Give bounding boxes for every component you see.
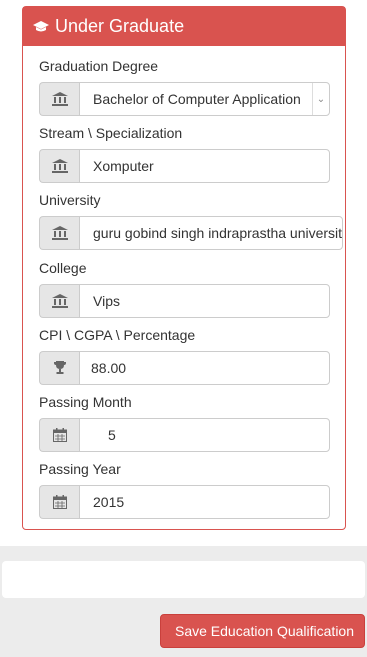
degree-select[interactable]: Bachelor of Computer Application ⌄	[79, 82, 330, 116]
calendar-icon	[39, 418, 79, 452]
bank-icon	[39, 284, 79, 318]
stream-input[interactable]: Xomputer	[79, 149, 330, 183]
cgpa-group: 88.00	[39, 351, 330, 385]
university-select[interactable]: guru gobind singh indraprastha universit…	[79, 216, 343, 250]
year-value: 2015	[93, 494, 125, 510]
year-input[interactable]: 2015	[79, 485, 330, 519]
stream-value: Xomputer	[93, 158, 154, 174]
bank-icon	[39, 149, 79, 183]
month-group: 5	[39, 418, 330, 452]
panel-title: Under Graduate	[55, 16, 185, 36]
month-label: Passing Month	[39, 394, 132, 410]
stream-label: Stream \ Specialization	[39, 125, 183, 141]
under-graduate-panel: Under Graduate Graduation Degree Bachelo…	[22, 6, 346, 530]
cgpa-label: CPI \ CGPA \ Percentage	[39, 327, 196, 343]
empty-card	[2, 561, 365, 598]
year-label: Passing Year	[39, 461, 121, 477]
degree-label: Graduation Degree	[39, 58, 159, 74]
graduation-cap-icon	[33, 20, 49, 33]
degree-group: Bachelor of Computer Application ⌄	[39, 82, 330, 116]
college-group: Vips	[39, 284, 330, 318]
university-label: University	[39, 192, 101, 208]
stream-group: Xomputer	[39, 149, 330, 183]
cgpa-input[interactable]: 88.00	[79, 351, 330, 385]
university-value: guru gobind singh indraprastha universit…	[93, 225, 343, 241]
panel-header: Under Graduate	[23, 7, 345, 46]
year-group: 2015	[39, 485, 330, 519]
degree-value: Bachelor of Computer Application	[93, 91, 301, 107]
university-group: guru gobind singh indraprastha universit…	[39, 216, 343, 250]
college-value: Vips	[93, 293, 120, 309]
trophy-icon	[39, 351, 79, 385]
month-input[interactable]: 5	[79, 418, 330, 452]
calendar-icon	[39, 485, 79, 519]
cgpa-value: 88.00	[91, 360, 127, 376]
save-education-button[interactable]: Save Education Qualification	[160, 614, 365, 648]
month-value: 5	[108, 427, 116, 443]
bank-icon	[39, 82, 79, 116]
bank-icon	[39, 216, 79, 250]
college-label: College	[39, 260, 87, 276]
chevron-down-icon[interactable]: ⌄	[312, 83, 329, 115]
college-input[interactable]: Vips	[79, 284, 330, 318]
